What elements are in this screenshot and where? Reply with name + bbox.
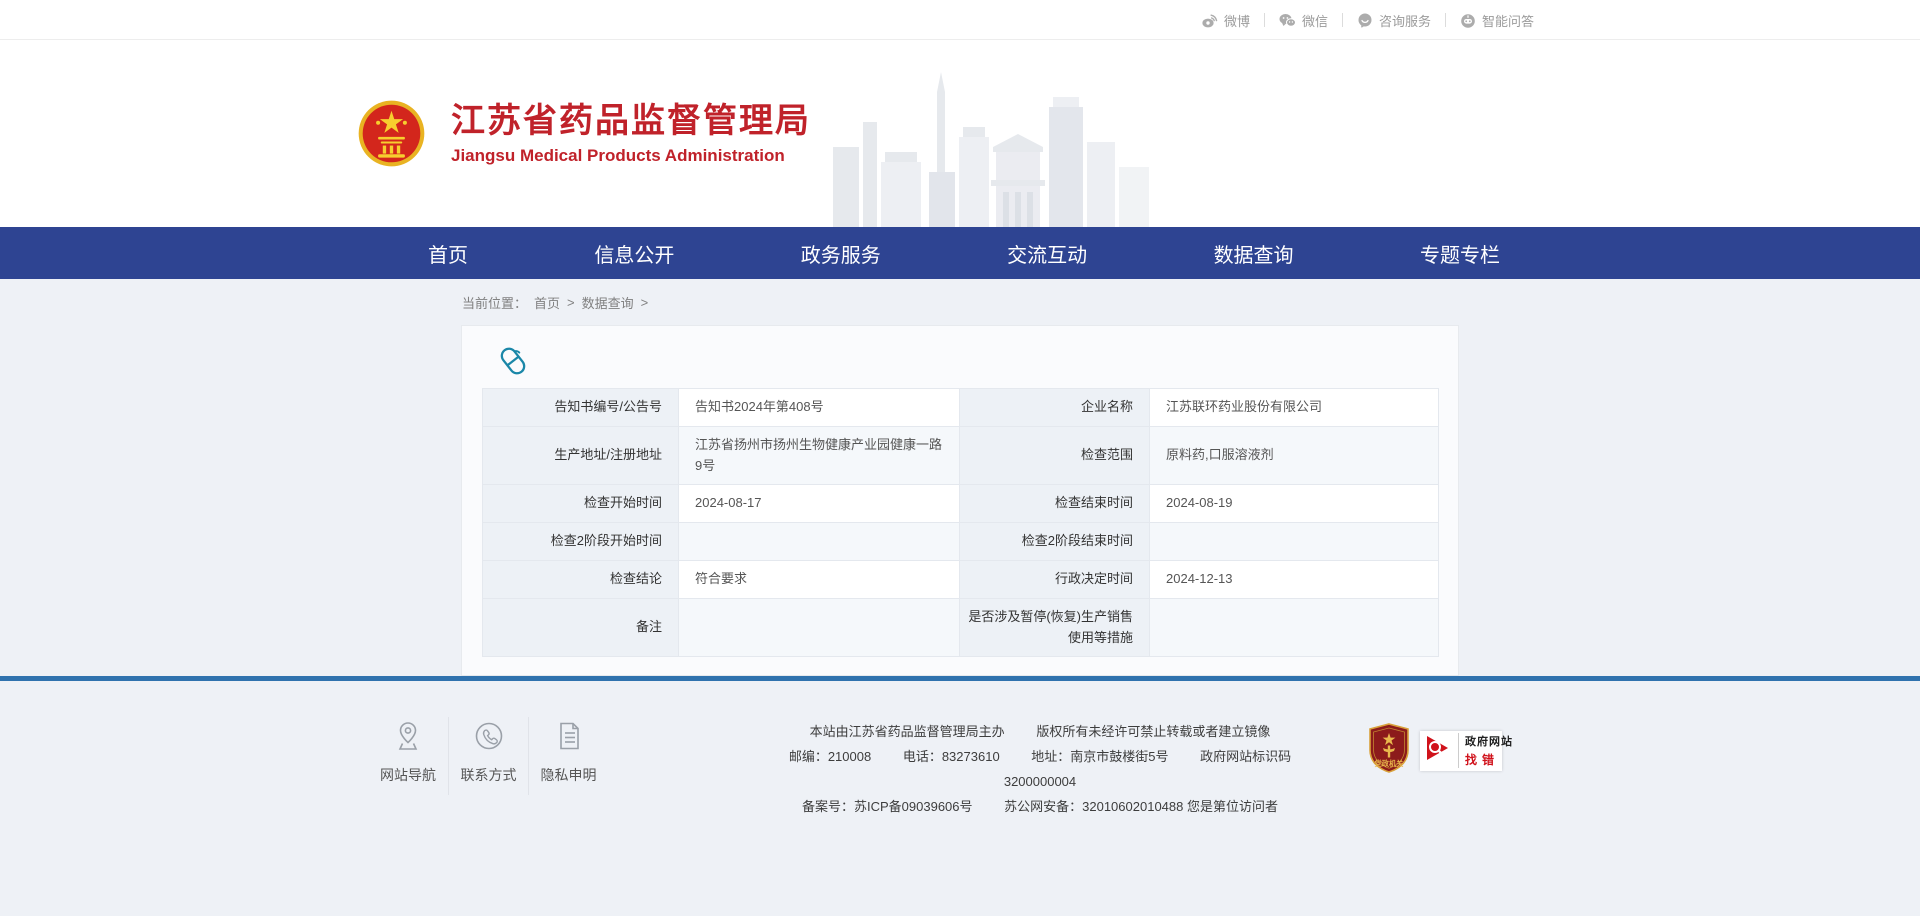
breadcrumb-prefix: 当前位置： (462, 293, 527, 312)
row-value: 江苏联环药业股份有限公司 (1150, 389, 1439, 427)
row-label: 生产地址/注册地址 (483, 426, 679, 485)
row-label: 检查范围 (960, 426, 1150, 485)
row-label: 检查2阶段结束时间 (960, 523, 1150, 561)
weibo-link[interactable]: 微博 (1187, 11, 1264, 30)
topbar: 微博 微信 咨询服务 智能问答 (0, 0, 1920, 40)
row-value: 符合要求 (679, 560, 960, 598)
smart-qa-link[interactable]: 智能问答 (1446, 11, 1548, 30)
row-label: 检查开始时间 (483, 485, 679, 523)
error-badge-top-text: 政府网站 (1465, 733, 1513, 749)
nav-item-data-query[interactable]: 数据查询 (1206, 239, 1302, 268)
party-badge-text: 党政机关 (1375, 759, 1405, 768)
row-label: 检查结束时间 (960, 485, 1150, 523)
city-skyline-graphic (833, 52, 1153, 227)
contact-label: 联系方式 (449, 765, 528, 785)
footer-line-1: 本站由江苏省药品监督管理局主办 版权所有未经许可禁止转载或者建立镜像 (760, 719, 1320, 744)
inspection-detail-table: 告知书编号/公告号 告知书2024年第408号 企业名称 江苏联环药业股份有限公… (482, 388, 1439, 657)
site-map-link[interactable]: 网站导航 (368, 717, 448, 795)
consult-service-icon (1357, 13, 1373, 28)
breadcrumb-separator: > (567, 295, 575, 310)
row-value: 原料药,口服溶液剂 (1150, 426, 1439, 485)
footer-host-text: 本站由江苏省药品监督管理局主办 (810, 724, 1005, 739)
row-value: 2024-12-13 (1150, 560, 1439, 598)
table-row: 检查2阶段开始时间 检查2阶段结束时间 (483, 523, 1439, 561)
smart-qa-icon (1460, 13, 1476, 28)
row-label: 企业名称 (960, 389, 1150, 427)
nav-item-gov-services[interactable]: 政务服务 (793, 239, 889, 268)
detail-card: 告知书编号/公告号 告知书2024年第408号 企业名称 江苏联环药业股份有限公… (461, 325, 1459, 676)
pill-icon (496, 344, 1438, 378)
breadcrumb: 当前位置： 首页 > 数据查询 > (462, 293, 648, 312)
table-row: 检查开始时间 2024-08-17 检查结束时间 2024-08-19 (483, 485, 1439, 523)
footer-police-number: 苏公网安备：32010602010488 您是第位访问者 (1004, 799, 1278, 814)
row-label: 备注 (483, 598, 679, 657)
error-report-badge-texts: 政府网站 找错 (1458, 733, 1513, 768)
error-report-magnifier-icon (1426, 734, 1452, 767)
row-value: 江苏省扬州市扬州生物健康产业园健康一路9号 (679, 426, 960, 485)
footer-address: 地址：南京市鼓楼街5号 (1031, 749, 1168, 764)
error-badge-bottom-text: 找错 (1465, 751, 1513, 768)
weibo-icon (1201, 13, 1218, 28)
row-label: 检查结论 (483, 560, 679, 598)
row-value (679, 523, 960, 561)
table-row: 告知书编号/公告号 告知书2024年第408号 企业名称 江苏联环药业股份有限公… (483, 389, 1439, 427)
nav-item-home[interactable]: 首页 (420, 239, 476, 268)
privacy-link[interactable]: 隐私申明 (528, 717, 608, 795)
table-row: 生产地址/注册地址 江苏省扬州市扬州生物健康产业园健康一路9号 检查范围 原料药… (483, 426, 1439, 485)
footer-icp-number: 备案号：苏ICP备09039606号 (802, 799, 973, 814)
row-label: 行政决定时间 (960, 560, 1150, 598)
footer-quick-links: 网站导航 联系方式 隐私申明 (368, 717, 608, 795)
nav-item-interaction[interactable]: 交流互动 (999, 239, 1095, 268)
site-header: 江苏省药品监督管理局 Jiangsu Medical Products Admi… (0, 40, 1920, 227)
row-value (1150, 523, 1439, 561)
smart-qa-label: 智能问答 (1482, 11, 1534, 30)
row-value (1150, 598, 1439, 657)
wechat-icon (1279, 13, 1296, 28)
table-row: 检查结论 符合要求 行政决定时间 2024-12-13 (483, 560, 1439, 598)
row-value: 2024-08-19 (1150, 485, 1439, 523)
brand-block: 江苏省药品监督管理局 Jiangsu Medical Products Admi… (358, 40, 811, 227)
nav-item-info-disclosure[interactable]: 信息公开 (586, 239, 682, 268)
phone-icon (449, 719, 528, 753)
privacy-label: 隐私申明 (529, 765, 608, 785)
page-footer: 网站导航 联系方式 隐私申明 (0, 681, 1920, 916)
row-label: 告知书编号/公告号 (483, 389, 679, 427)
site-error-report-badge[interactable]: 政府网站 找错 (1420, 731, 1502, 771)
wechat-label: 微信 (1302, 11, 1328, 30)
row-label: 检查2阶段开始时间 (483, 523, 679, 561)
footer-text-block: 本站由江苏省药品监督管理局主办 版权所有未经许可禁止转载或者建立镜像 邮编：21… (760, 719, 1320, 819)
national-emblem-logo (358, 100, 425, 167)
main-nav: 首页 信息公开 政务服务 交流互动 数据查询 专题专栏 (0, 227, 1920, 279)
footer-telephone: 电话：83273610 (903, 749, 1000, 764)
row-label: 是否涉及暂停(恢复)生产销售使用等措施 (960, 598, 1150, 657)
footer-badges: 党政机关 政府网站 找错 (1368, 723, 1502, 778)
table-row: 备注 是否涉及暂停(恢复)生产销售使用等措施 (483, 598, 1439, 657)
site-titles: 江苏省药品监督管理局 Jiangsu Medical Products Admi… (451, 101, 811, 167)
footer-line-2: 邮编：210008 电话：83273610 地址：南京市鼓楼街5号 政府网站标识… (760, 744, 1320, 794)
row-value: 告知书2024年第408号 (679, 389, 960, 427)
row-value (679, 598, 960, 657)
topbar-links: 微博 微信 咨询服务 智能问答 (1187, 0, 1548, 40)
privacy-doc-icon (529, 719, 608, 753)
site-map-label: 网站导航 (368, 765, 448, 785)
footer-copyright-text: 版权所有未经许可禁止转载或者建立镜像 (1036, 724, 1270, 739)
site-title-cn: 江苏省药品监督管理局 (451, 101, 811, 142)
row-value: 2024-08-17 (679, 485, 960, 523)
party-gov-badge: 党政机关 (1368, 723, 1410, 778)
wechat-link[interactable]: 微信 (1265, 11, 1342, 30)
footer-postcode: 邮编：210008 (789, 749, 871, 764)
footer-line-3: 备案号：苏ICP备09039606号 苏公网安备：32010602010488 … (760, 794, 1320, 819)
breadcrumb-zone: 当前位置： 首页 > 数据查询 > (0, 279, 1920, 325)
site-title-en: Jiangsu Medical Products Administration (451, 146, 811, 166)
weibo-label: 微博 (1224, 11, 1250, 30)
nav-item-special-topics[interactable]: 专题专栏 (1412, 239, 1508, 268)
map-pin-icon (368, 719, 448, 753)
breadcrumb-link-data-query[interactable]: 数据查询 (582, 293, 634, 312)
consult-service-label: 咨询服务 (1379, 11, 1431, 30)
breadcrumb-separator: > (641, 295, 649, 310)
breadcrumb-link-home[interactable]: 首页 (534, 293, 560, 312)
consult-service-link[interactable]: 咨询服务 (1343, 11, 1445, 30)
contact-link[interactable]: 联系方式 (448, 717, 528, 795)
